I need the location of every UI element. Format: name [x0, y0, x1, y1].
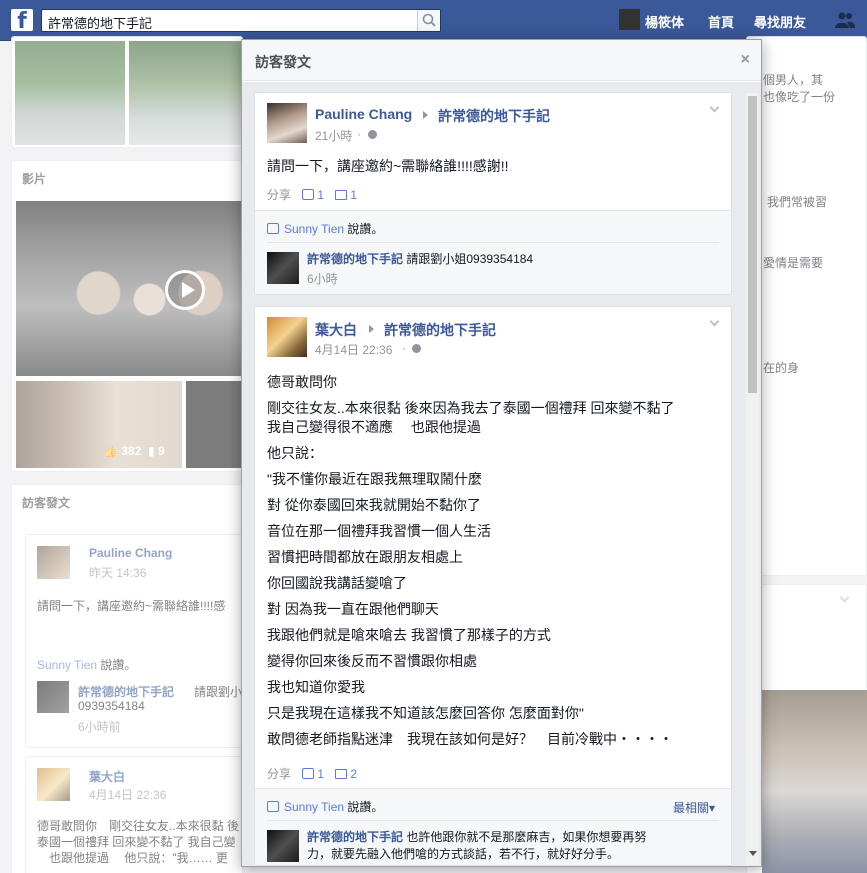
divider — [255, 210, 731, 211]
globe-icon — [412, 344, 421, 353]
post-time[interactable]: 4月14日 22:36 — [315, 341, 392, 358]
share-link[interactable]: 分享 — [267, 767, 291, 781]
profile-avatar[interactable] — [619, 9, 640, 30]
post-text-line: 我自己變得很不適應 也跟他提過 — [267, 419, 481, 435]
facebook-logo[interactable]: f — [11, 9, 33, 31]
comment-author[interactable]: 許常德的地下手記 — [307, 252, 403, 266]
post-text-line: 我也知道你愛我 — [267, 679, 365, 695]
friend-requests-icon[interactable] — [834, 10, 856, 30]
like-count[interactable]: 1 — [317, 188, 324, 202]
avatar[interactable] — [267, 103, 307, 143]
avatar[interactable] — [267, 252, 299, 284]
post-actions: 分享 1 1 — [267, 186, 357, 203]
search-icon — [422, 13, 436, 27]
post-text-line: 對 因為我一直在跟他們聊天 — [267, 601, 439, 617]
comment-text: 許常德的地下手記 也許他跟你就不是那麼麻吉，如果你想要再努 力，就要先融入他們嗆… — [307, 829, 717, 863]
divider — [267, 242, 719, 243]
likes-summary: Sunny Tien 說讚。 — [267, 798, 383, 815]
meta-separator: · — [402, 341, 406, 355]
post-time[interactable]: 21小時 — [315, 127, 352, 144]
arrow-right-icon — [369, 325, 374, 333]
share-link[interactable]: 分享 — [267, 188, 291, 202]
post-text-line: 剛交往女友..本來很黏 後來因為我去了泰國一個禮拜 回來變不黏了 — [267, 400, 675, 416]
comment-body: 請跟劉小姐0939354184 — [406, 252, 534, 266]
nav-home-link[interactable]: 首頁 — [708, 12, 734, 31]
comment-time[interactable]: 6小時 — [307, 270, 338, 287]
post-target-page[interactable]: 許常德的地下手記 — [384, 320, 496, 340]
avatar[interactable] — [267, 830, 299, 862]
post-text-line: 變得你回來後反而不習慣跟你相處 — [267, 653, 477, 669]
post-text-line: 你回國說我講話變嗆了 — [267, 575, 407, 591]
post-text-line: 只是我現在這樣我不知道該怎麼回答你 怎麼面對你" — [267, 705, 584, 721]
comment-author[interactable]: 許常德的地下手記 — [307, 830, 403, 844]
divider — [255, 788, 731, 789]
post-text-line: "我不懂你最近在跟我無理取鬧什麼 — [267, 471, 482, 487]
comment-icon[interactable] — [335, 190, 348, 200]
dialog-title: 訪客發文 — [255, 54, 311, 70]
like-icon[interactable] — [302, 189, 315, 200]
post-text: 請問一下，講座邀約~需聯絡誰!!!!感謝!! — [267, 158, 509, 174]
liker-name[interactable]: Sunny Tien — [284, 800, 344, 814]
arrow-right-icon — [423, 111, 428, 119]
scrollbar-thumb[interactable] — [748, 96, 757, 393]
like-icon — [267, 801, 279, 812]
like-suffix: 說讚。 — [347, 222, 384, 236]
globe-icon — [368, 130, 377, 139]
avatar[interactable] — [267, 317, 307, 357]
nav-find-friends-link[interactable]: 尋找朋友 — [754, 12, 806, 31]
comment-count[interactable]: 2 — [350, 767, 357, 781]
post-text-line: 習慣把時間都放在跟朋友相處上 — [267, 549, 463, 565]
comment-sort-dropdown[interactable]: 最相關▾ — [673, 799, 715, 816]
top-navigation-bar: f 許常德的地下手記 楊筱体 首頁 尋找朋友 — [0, 0, 867, 41]
comment-count[interactable]: 1 — [350, 188, 357, 202]
post-text-line: 對 從你泰國回來我就開始不黏你了 — [267, 497, 481, 513]
meta-separator: · — [357, 127, 361, 141]
post-text-line: 他只說： — [267, 445, 323, 461]
likes-summary: Sunny Tien 說讚。 — [267, 220, 383, 237]
comment-body: 也許他跟你就不是那麼麻吉，如果你想要再努 — [406, 830, 647, 844]
search-button[interactable] — [417, 10, 440, 31]
post-text-line: 德哥敢問你 — [267, 374, 337, 390]
like-suffix: 說讚。 — [347, 800, 384, 814]
post-text-line: 我跟他們就是嗆來嗆去 我習慣了那樣子的方式 — [267, 627, 551, 643]
like-count[interactable]: 1 — [317, 767, 324, 781]
post-actions: 分享 1 2 — [267, 765, 357, 782]
post-author[interactable]: Pauline Chang — [315, 106, 412, 122]
comment-body: 力，就要先融入他們嗆的方式談話，若不行，就好好分手。 — [307, 847, 620, 861]
comment-icon[interactable] — [335, 769, 348, 779]
post-author[interactable]: 葉大白 — [315, 320, 357, 340]
divider — [267, 820, 719, 821]
nav-profile-name[interactable]: 楊筱体 — [645, 12, 684, 31]
search-input-value: 許常德的地下手記 — [48, 16, 153, 31]
post-text-line: 敢問德老師指點迷津 我現在該如何是好？ 目前冷戰中・・・・ — [267, 731, 673, 747]
dialog-header: 訪客發文 × — [242, 40, 761, 81]
scroll-down-icon[interactable] — [749, 851, 757, 856]
post-text-line: 音位在那一個禮拜我習慣一個人生活 — [267, 523, 491, 539]
like-icon[interactable] — [302, 768, 315, 779]
close-icon[interactable]: × — [741, 51, 750, 69]
post-target-page[interactable]: 許常德的地下手記 — [438, 106, 550, 126]
search-input[interactable]: 許常德的地下手記 — [41, 9, 441, 32]
comment-text: 許常德的地下手記 請跟劉小姐0939354184 — [307, 251, 533, 268]
liker-name[interactable]: Sunny Tien — [284, 222, 344, 236]
like-icon — [267, 223, 279, 234]
